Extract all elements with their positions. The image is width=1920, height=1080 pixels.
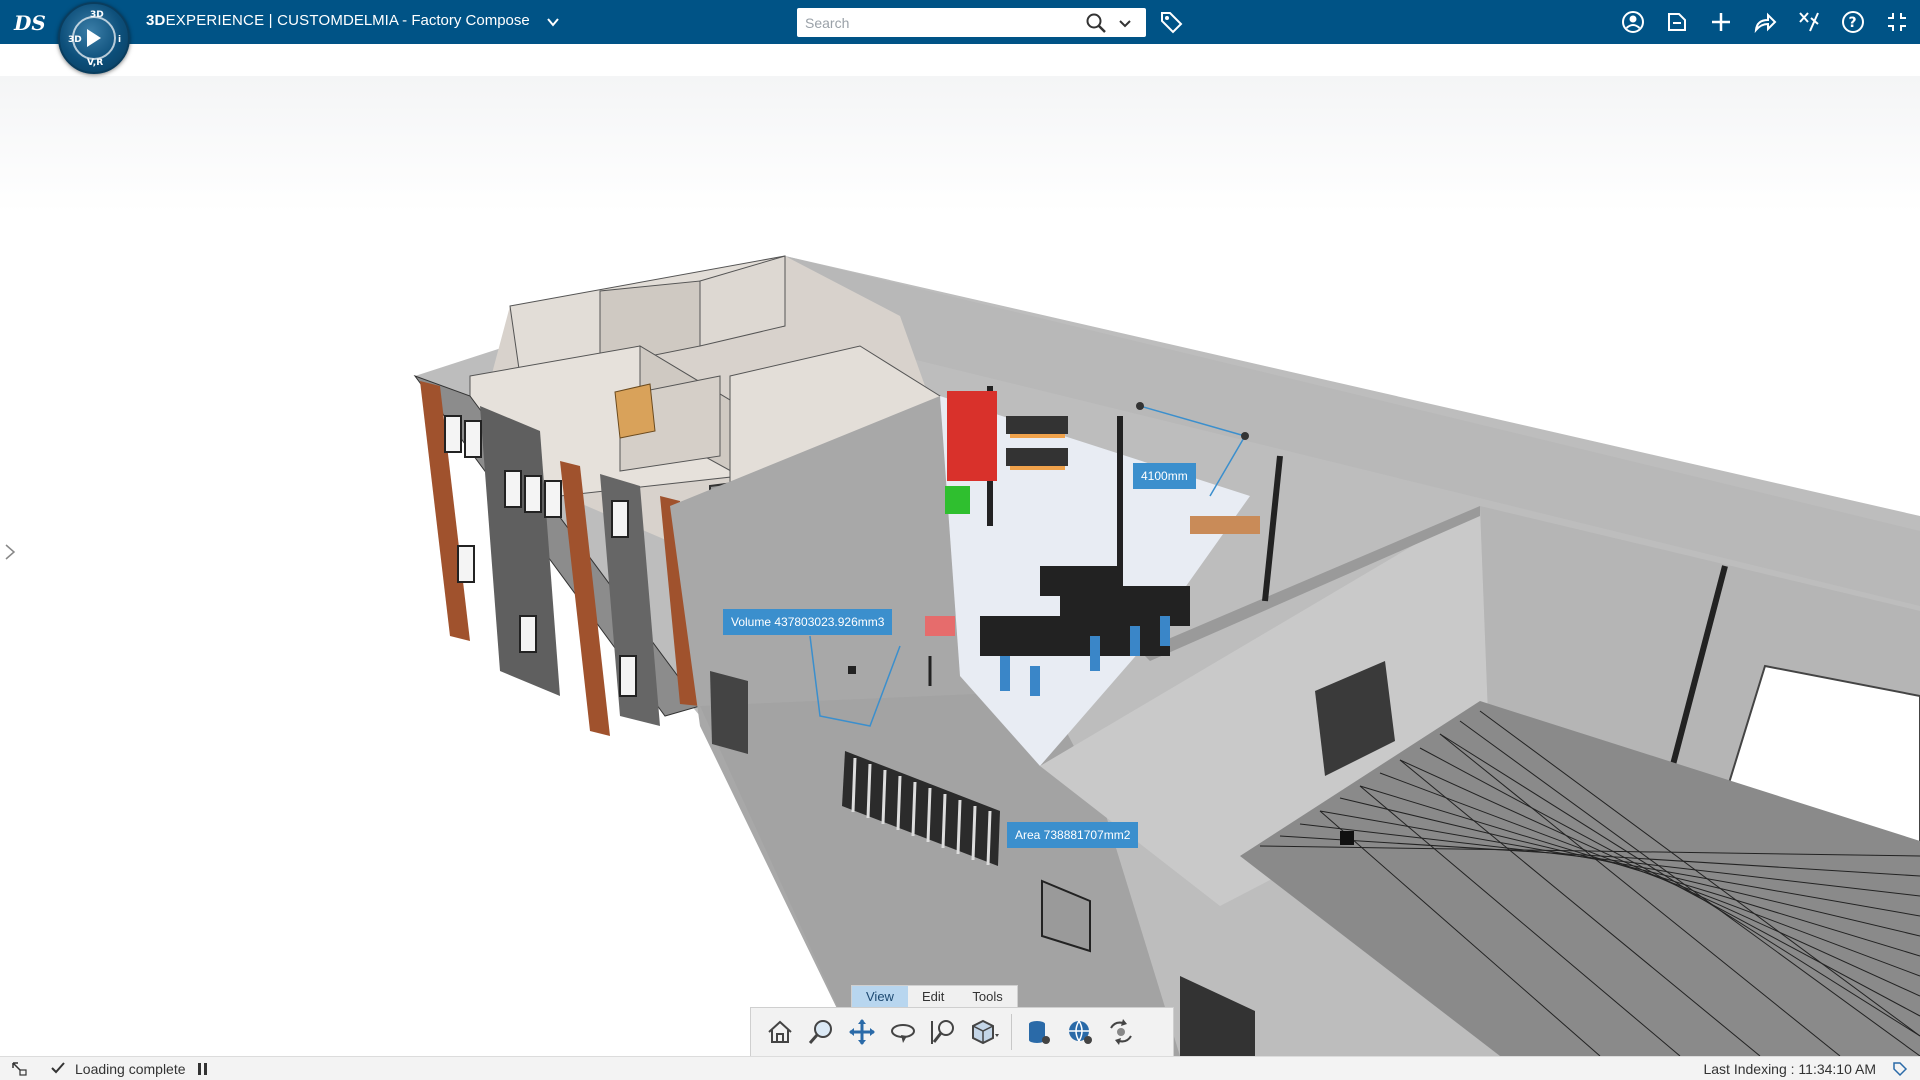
compass-icon[interactable]: 3D 3D i V,R xyxy=(58,2,130,74)
user-icon[interactable] xyxy=(1620,9,1646,35)
area-measure-label[interactable]: Area 738881707mm2 xyxy=(1007,822,1139,848)
app-name[interactable]: DELMIA - Factory Compose xyxy=(343,12,530,29)
compass-left-label: 3D xyxy=(68,35,82,45)
status-message: Loading complete xyxy=(75,1061,186,1077)
selection-mode-icon[interactable] xyxy=(11,1061,27,1077)
database-button[interactable] xyxy=(1018,1012,1059,1052)
search-scope-chevron-icon[interactable] xyxy=(1117,15,1133,31)
zoom-area-icon xyxy=(930,1020,954,1044)
fullscreen-icon[interactable] xyxy=(1884,9,1910,35)
tab-tools[interactable]: Tools xyxy=(958,986,1016,1008)
rotate-button[interactable] xyxy=(882,1012,923,1052)
zoom-icon xyxy=(808,1020,832,1044)
sub-bar xyxy=(0,44,1920,76)
rotate-icon xyxy=(890,1024,915,1043)
pause-icon[interactable] xyxy=(198,1063,208,1075)
toolbar-divider xyxy=(1011,1014,1012,1050)
last-indexing-text: Last Indexing : 11:34:10 AM xyxy=(1703,1061,1876,1077)
factory-3d-model[interactable] xyxy=(0,76,1920,1056)
side-panel-expand-icon[interactable] xyxy=(3,542,17,562)
sync-button[interactable] xyxy=(1100,1012,1141,1052)
database-icon xyxy=(1028,1021,1050,1044)
action-bar-tabs: View Edit Tools xyxy=(851,985,1018,1008)
action-bar xyxy=(750,1007,1174,1057)
brand-title: 3DEXPERIENCE | CUSTOM xyxy=(146,12,344,29)
view-cube-icon xyxy=(971,1019,999,1045)
3d-viewport[interactable]: 4100mm Volume 437803023.926mm3 Area 7388… xyxy=(0,76,1920,1056)
volume-measure-label[interactable]: Volume 437803023.926mm3 xyxy=(723,609,893,635)
globe-settings-icon xyxy=(1068,1020,1092,1044)
pan-button[interactable] xyxy=(841,1012,882,1052)
pan-icon xyxy=(848,1019,875,1045)
compass-bottom-label: V,R xyxy=(87,58,104,68)
ds-logo-icon[interactable]: DS xyxy=(10,4,46,40)
zoom-button[interactable] xyxy=(800,1012,841,1052)
chevron-down-icon[interactable] xyxy=(546,15,560,29)
tab-view[interactable]: View xyxy=(852,986,908,1008)
help-icon[interactable]: ? xyxy=(1840,9,1866,35)
svg-text:DS: DS xyxy=(13,11,46,35)
top-bar: DS 3DEXPERIENCE | CUSTOM DELMIA - Factor… xyxy=(0,0,1920,44)
compass-right-label: i xyxy=(118,35,122,45)
view-cube-button[interactable] xyxy=(964,1012,1005,1052)
check-icon xyxy=(51,1062,65,1074)
search-input[interactable] xyxy=(805,12,1075,33)
svg-text:?: ? xyxy=(1849,15,1857,31)
search-icon[interactable] xyxy=(1085,12,1107,34)
zoom-area-button[interactable] xyxy=(923,1012,964,1052)
tag-status-icon[interactable] xyxy=(1892,1061,1908,1077)
plus-icon[interactable] xyxy=(1708,9,1734,35)
tag-icon[interactable] xyxy=(1158,9,1184,35)
status-bar: Loading complete Last Indexing : 11:34:1… xyxy=(0,1056,1920,1080)
home-icon xyxy=(767,1020,792,1043)
height-measure-label[interactable]: 4100mm xyxy=(1133,463,1196,489)
tab-edit[interactable]: Edit xyxy=(908,986,958,1008)
search-box xyxy=(797,8,1146,37)
tools-icon[interactable] xyxy=(1796,9,1822,35)
share-arrow-icon[interactable] xyxy=(1752,9,1778,35)
share-icon[interactable] xyxy=(1664,9,1690,35)
home-button[interactable] xyxy=(759,1012,800,1052)
compass-top-label: 3D xyxy=(90,10,104,20)
globe-settings-button[interactable] xyxy=(1059,1012,1100,1052)
sync-icon xyxy=(1109,1019,1132,1045)
